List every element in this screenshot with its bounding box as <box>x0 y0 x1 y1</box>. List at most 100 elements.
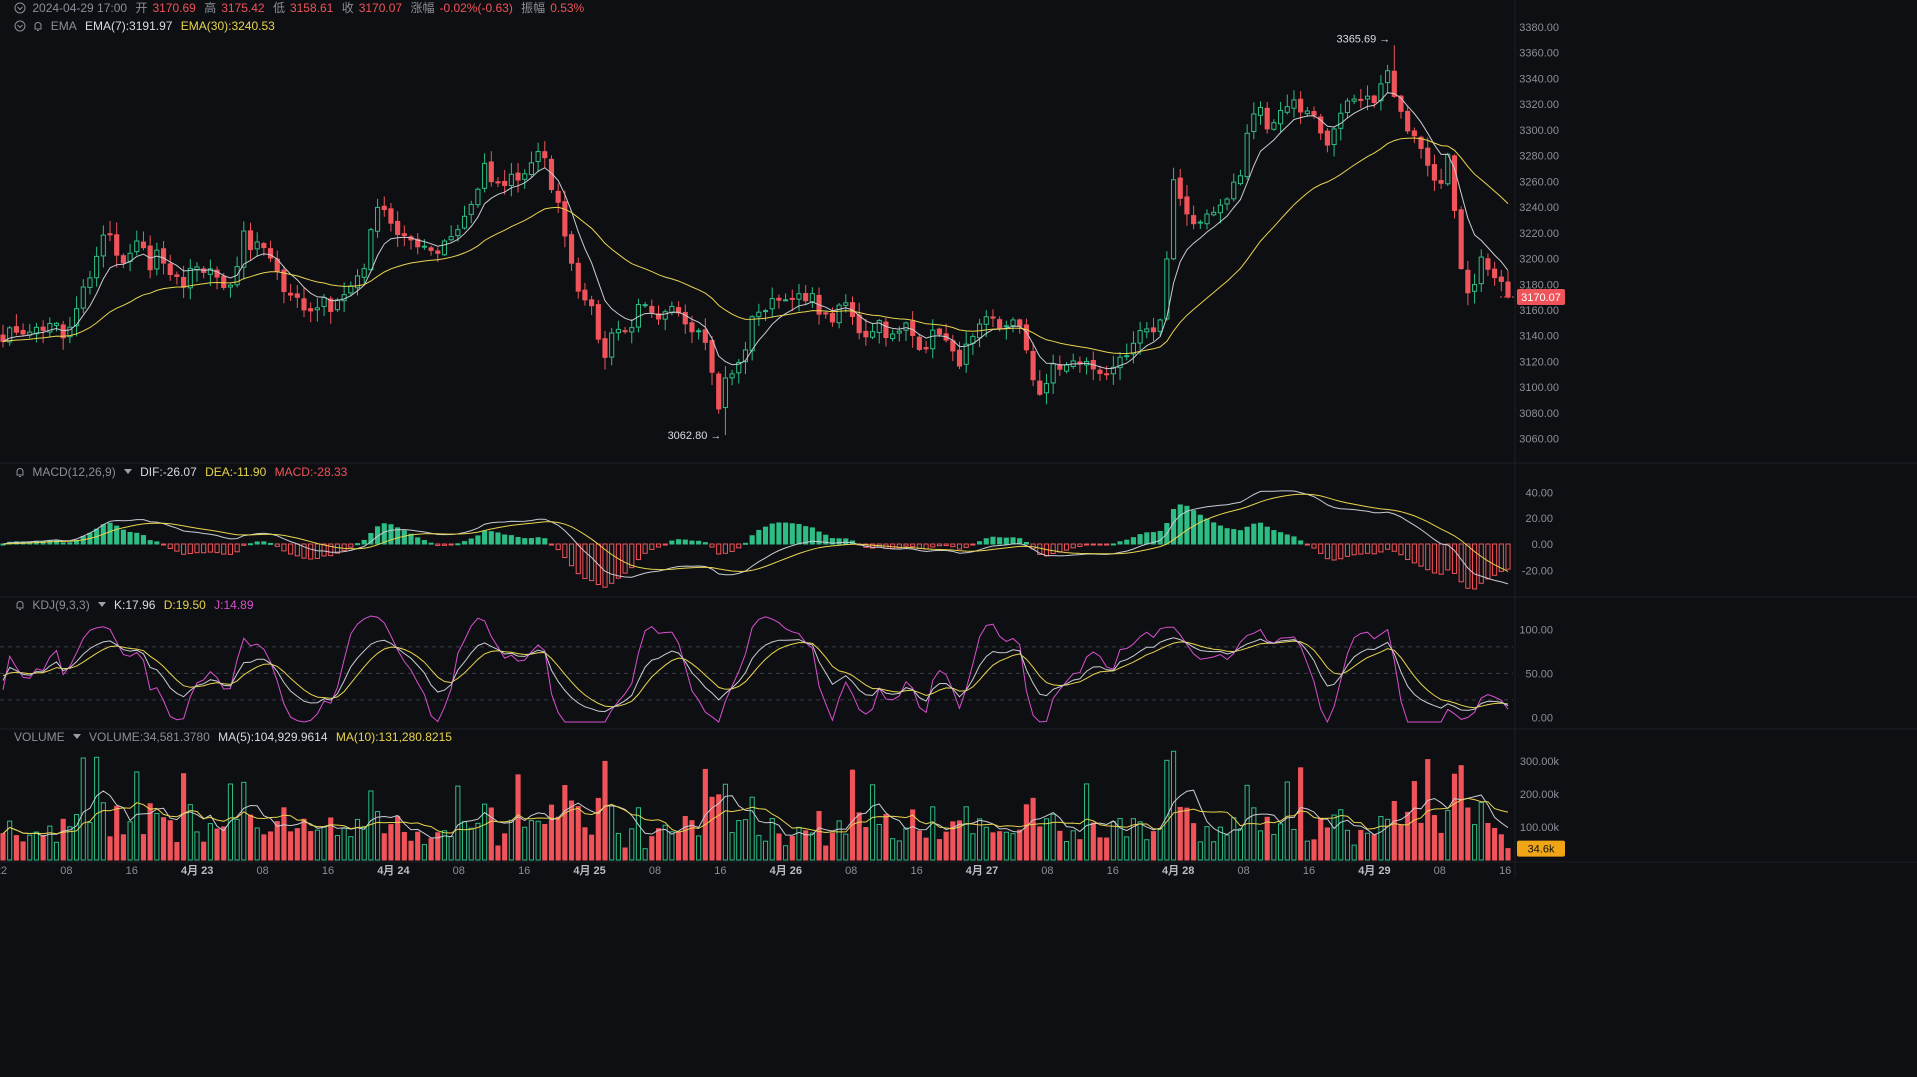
candle-body <box>341 294 347 302</box>
price-tick-label: 3280.00 <box>1519 151 1559 163</box>
volume-bar <box>261 834 267 861</box>
trading-chart[interactable]: 3380.00 3360.00 3340.00 3320.00 3300.00 3280.… <box>0 0 1917 1077</box>
time-tick-label: 4月 23 <box>181 864 213 877</box>
caret-down-icon[interactable] <box>123 469 132 474</box>
macd-bar <box>769 523 775 545</box>
macd-bar <box>635 543 642 561</box>
volume-bar <box>1425 759 1431 861</box>
candle-body <box>1124 355 1130 358</box>
volume-bar <box>1304 840 1310 861</box>
volume-bar <box>689 820 695 861</box>
macd-bar <box>140 535 147 545</box>
volume-bar <box>508 819 514 861</box>
volume-bar <box>622 847 628 861</box>
candle-body <box>1217 204 1223 214</box>
volume-tick-label: 200.00k <box>1520 789 1560 801</box>
candle-body <box>1023 324 1029 351</box>
candle-body <box>1358 98 1364 101</box>
kdj-legend: KDJ(9,3,3) K:17.96 D:19.50 J:14.89 <box>14 597 259 613</box>
macd-bar <box>689 540 695 545</box>
macd-bar <box>662 543 668 546</box>
candle-body <box>1505 281 1511 298</box>
volume-bar <box>1017 829 1023 861</box>
time-tick-label: 4月 27 <box>966 864 998 877</box>
candle-body <box>555 190 561 203</box>
time-tick-label: 16 <box>518 865 530 877</box>
candle-body <box>187 267 193 289</box>
macd-bar <box>461 541 468 545</box>
macd-bar <box>1278 532 1284 545</box>
macd-bar <box>288 543 294 555</box>
volume-bar <box>1110 821 1116 861</box>
candle-body <box>1465 269 1471 294</box>
candle-body <box>528 162 534 176</box>
candle-body <box>1244 132 1250 178</box>
candle-body <box>783 299 789 302</box>
candle-body <box>94 255 100 279</box>
volume-bar <box>495 845 501 861</box>
candle-body <box>903 322 909 331</box>
macd-bar <box>1090 543 1096 546</box>
macd-bar <box>1117 541 1123 545</box>
macd-bar <box>1385 543 1391 550</box>
candle-body <box>361 268 367 278</box>
candle-body <box>1298 98 1304 113</box>
price-tick-label: 3300.00 <box>1519 125 1559 137</box>
volume-bar <box>468 827 474 861</box>
volume-bar <box>401 831 407 861</box>
candle-body <box>702 329 708 343</box>
macd-bar <box>1351 543 1357 556</box>
macd-bar <box>910 543 916 548</box>
volume-bar <box>1391 800 1397 861</box>
candle-body <box>729 373 735 379</box>
time-tick-label: 08 <box>1041 865 1053 877</box>
volume-bar <box>140 834 147 861</box>
macd-bar <box>943 543 949 547</box>
macd-bar <box>1451 543 1458 574</box>
volume-bar <box>756 834 762 861</box>
chevron-down-icon[interactable] <box>14 20 26 32</box>
macd-bar <box>762 526 769 545</box>
candle-body <box>375 206 381 232</box>
candle-body <box>368 229 374 271</box>
macd-bar <box>401 530 407 545</box>
time-tick-label: 08 <box>1434 865 1446 877</box>
bell-icon[interactable] <box>14 599 26 611</box>
macd-bar <box>649 543 655 550</box>
volume-bar <box>595 797 601 861</box>
macd-bar <box>261 541 267 545</box>
volume-bar <box>1124 836 1130 861</box>
volume-bar <box>274 821 280 861</box>
macd-bar <box>1478 543 1484 584</box>
volume-bar <box>415 831 421 861</box>
volume-bar <box>1498 834 1504 861</box>
macd-bar <box>1050 543 1056 555</box>
bell-icon[interactable] <box>14 466 26 478</box>
macd-tick-label: 40.00 <box>1525 487 1553 499</box>
volume-bar <box>1318 817 1324 861</box>
volume-bar <box>288 831 294 861</box>
kdj-tick-label: 100.00 <box>1519 624 1553 636</box>
volume-bar <box>1204 826 1210 861</box>
macd-bar <box>281 543 287 552</box>
macd-bar <box>1237 530 1244 545</box>
candle-body <box>1037 380 1043 395</box>
candle-body <box>114 234 120 256</box>
change-value: -0.02%(-0.63) <box>439 1 513 15</box>
chevron-down-icon[interactable] <box>14 2 26 14</box>
time-tick-label: 4月 24 <box>377 864 410 877</box>
candle-body <box>709 340 715 373</box>
caret-down-icon[interactable] <box>72 734 81 739</box>
candle-body <box>615 328 621 334</box>
candle-body <box>1030 350 1036 381</box>
candle-body <box>1284 106 1290 113</box>
candle-body <box>13 326 19 333</box>
candle-body <box>1063 364 1070 372</box>
price-tick-label: 3080.00 <box>1519 408 1559 420</box>
caret-down-icon[interactable] <box>97 602 106 607</box>
volume-bar <box>829 832 835 861</box>
volume-bar <box>1164 759 1170 861</box>
candle-body <box>568 234 575 264</box>
candle-body <box>100 234 106 257</box>
bell-icon[interactable] <box>32 20 44 32</box>
